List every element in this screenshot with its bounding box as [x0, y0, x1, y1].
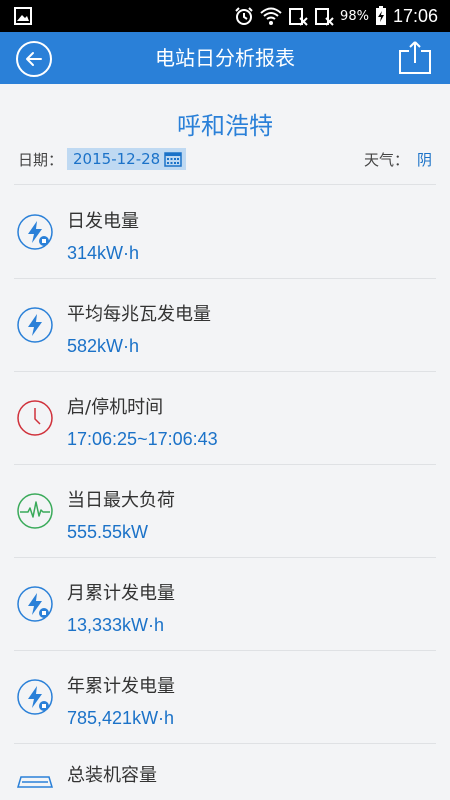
date-weather-row: 日期： 2015-12-28 天气： 阴: [18, 146, 432, 172]
metric-label: 平均每兆瓦发电量: [67, 304, 211, 325]
back-arrow-icon: [26, 52, 42, 66]
weather-label: 天气：: [363, 150, 409, 169]
weather-value: 阴: [416, 150, 432, 169]
image-icon: [14, 7, 32, 25]
battery-charging-icon: [375, 6, 386, 25]
weather: 天气： 阴: [364, 149, 432, 170]
app-bar: 电站日分析报表: [0, 32, 450, 84]
lightning-icon: [17, 307, 53, 343]
metric-total-capacity: 总装机容量: [0, 743, 450, 800]
sim-icon: [289, 8, 308, 26]
share-button[interactable]: [396, 39, 434, 77]
status-bar: 98% 17:06: [0, 0, 450, 32]
metric-label: 日发电量: [67, 211, 139, 232]
metric-value: 13,333kW·h: [67, 615, 165, 635]
back-button[interactable]: [16, 41, 52, 77]
metric-start-stop-time: 启/停机时间 17:06:25~17:06:43: [0, 371, 450, 464]
lightning-day-icon: [17, 214, 53, 250]
battery-percent: 98%: [340, 8, 369, 24]
metric-value: 582kW·h: [67, 336, 140, 356]
wifi-icon: [260, 7, 282, 25]
metric-label: 月累计发电量: [67, 583, 175, 604]
metric-label: 当日最大负荷: [67, 490, 175, 511]
sim-icon: [315, 8, 334, 26]
calendar-icon: [164, 152, 182, 167]
metric-yearly-generation: 年累计发电量 785,421kW·h: [0, 650, 450, 743]
page-title: 电站日分析报表: [155, 46, 295, 70]
metric-label: 启/停机时间: [67, 397, 164, 418]
report-content: 呼和浩特 日期： 2015-12-28 天气： 阴 日发电量 314kW·h 平…: [0, 84, 450, 800]
metric-monthly-generation: 月累计发电量 13,333kW·h: [0, 557, 450, 650]
metric-value: 785,421kW·h: [67, 708, 175, 728]
lightning-month-icon: [17, 586, 53, 622]
solar-panel-icon: [16, 776, 54, 788]
metric-value: 314kW·h: [67, 243, 140, 263]
metric-value: 555.55kW: [67, 522, 149, 542]
date-picker[interactable]: 2015-12-28: [67, 148, 187, 170]
date-label: 日期：: [18, 150, 64, 169]
metric-max-load: 当日最大负荷 555.55kW: [0, 464, 450, 557]
metric-avg-per-mw: 平均每兆瓦发电量 582kW·h: [0, 278, 450, 371]
station-name: 呼和浩特: [177, 112, 273, 140]
metric-label: 总装机容量: [67, 765, 157, 786]
metric-daily-generation: 日发电量 314kW·h: [0, 185, 450, 278]
metric-label: 年累计发电量: [67, 676, 175, 697]
lightning-year-icon: [17, 679, 53, 715]
pulse-icon: [17, 493, 53, 529]
clock-icon: [17, 400, 53, 436]
date-value: 2015-12-28: [73, 150, 161, 168]
alarm-icon: [235, 7, 253, 25]
clock-time: 17:06: [392, 5, 438, 26]
metric-value: 17:06:25~17:06:43: [67, 429, 218, 449]
